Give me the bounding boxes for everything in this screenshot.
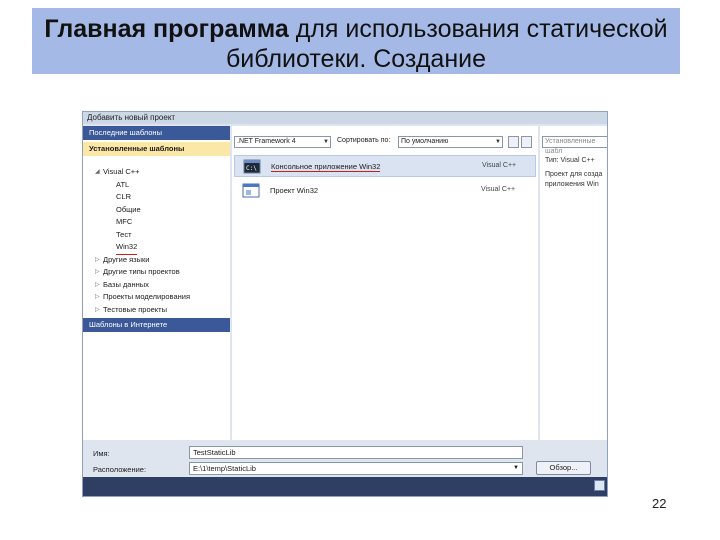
tree-item[interactable]: ◢ Visual C++: [83, 166, 230, 179]
tree-item[interactable]: ▷ Проекты моделирования: [83, 291, 230, 304]
tree-item[interactable]: CLR: [83, 191, 230, 204]
tree-item-label: Проекты моделирования: [103, 292, 191, 301]
tree-item-label: MFC: [116, 217, 133, 226]
tree-item[interactable]: ▷ Другие типы проектов: [83, 266, 230, 279]
collapsed-arrow-icon[interactable]: ▷: [95, 266, 100, 279]
tree-item-label: Базы данных: [103, 279, 149, 289]
name-field[interactable]: TestStaticLib: [189, 446, 523, 459]
medium-icons-view-button[interactable]: [521, 136, 532, 148]
name-label: Имя:: [93, 449, 110, 458]
page-number: 22: [652, 496, 667, 511]
tree-item[interactable]: ▷ Тестовые проекты: [83, 304, 230, 317]
sort-value: По умолчанию: [401, 138, 449, 145]
tree-item[interactable]: ▷ Базы данных: [83, 279, 230, 292]
tree-item-label: Тестовые проекты: [103, 304, 167, 314]
tree-item[interactable]: Общие: [83, 204, 230, 217]
tree-item-label: Visual C++: [103, 167, 140, 176]
collapsed-arrow-icon[interactable]: ▷: [95, 291, 100, 304]
installed-templates[interactable]: Установленные шаблоны: [83, 142, 230, 156]
description-pane: Установленные шабл Тип: Visual C++ Проек…: [540, 126, 607, 454]
tree-item[interactable]: Win32: [83, 241, 230, 255]
recent-templates[interactable]: Последние шаблоны: [83, 126, 230, 140]
slide-title-bold: Главная программа: [44, 15, 289, 43]
template-language: Visual C++: [481, 186, 516, 193]
chevron-down-icon: ▼: [513, 465, 519, 471]
framework-value: .NET Framework 4: [237, 138, 296, 145]
resize-grip-icon: [594, 480, 605, 491]
tree-item[interactable]: Тест: [83, 229, 230, 242]
chevron-down-icon: ▼: [495, 139, 501, 145]
tree-item[interactable]: MFC: [83, 216, 230, 229]
new-project-dialog: Добавить новый проект Последние шаблоны …: [82, 111, 608, 497]
chevron-down-icon: ▼: [323, 139, 329, 145]
online-templates[interactable]: Шаблоны в Интернете: [83, 318, 230, 332]
template-description-line2: приложения Win: [545, 181, 599, 188]
console-app-icon: C:\: [243, 159, 261, 174]
slide-title: Главная программа для использования стат…: [32, 8, 680, 74]
slide-title-rest: для использования статической библиотеки…: [225, 15, 668, 73]
expanded-arrow-icon[interactable]: ◢: [95, 166, 100, 179]
browse-button[interactable]: Обзор...: [536, 461, 591, 475]
win32-project-icon: [242, 183, 260, 198]
collapsed-arrow-icon[interactable]: ▷: [95, 254, 100, 267]
template-win32-project[interactable]: Проект Win32 Visual C++: [234, 180, 536, 202]
collapsed-arrow-icon[interactable]: ▷: [95, 279, 100, 292]
collapsed-arrow-icon[interactable]: ▷: [95, 304, 100, 317]
template-console-app[interactable]: C:\ Консольное приложение Win32 Visual C…: [234, 155, 536, 177]
dialog-title: Добавить новый проект: [83, 112, 607, 124]
template-language: Visual C++: [482, 162, 517, 169]
location-value: E:\1\temp\StaticLib: [193, 464, 256, 473]
template-tree: ◢ Visual C++ ATL CLR Общие MFC Тест Win32 ▷ Други…: [83, 166, 230, 316]
name-value: TestStaticLib: [193, 448, 236, 457]
small-icons-view-button[interactable]: [508, 136, 519, 148]
tree-item-label: Другие типы проектов: [103, 267, 180, 276]
template-name: Консольное приложение Win32: [271, 162, 381, 172]
framework-select[interactable]: .NET Framework 4 ▼: [234, 136, 331, 148]
template-name: Проект Win32: [270, 186, 319, 195]
tree-item-label: ATL: [116, 179, 130, 189]
template-type: Тип: Visual C++: [545, 157, 595, 164]
tree-item-label: Другие языки: [103, 254, 150, 264]
search-input[interactable]: Установленные шабл: [542, 136, 607, 155]
templates-pane: Последние шаблоны Установленные шаблоны …: [83, 126, 230, 454]
location-field[interactable]: E:\1\temp\StaticLib ▼: [189, 462, 523, 475]
dialog-footer: [83, 477, 607, 496]
tree-item[interactable]: ATL: [83, 179, 230, 192]
tree-item-label: CLR: [116, 192, 132, 201]
sort-label: Сортировать по:: [337, 137, 391, 144]
svg-text:C:\: C:\: [246, 165, 257, 172]
sort-select[interactable]: По умолчанию ▼: [398, 136, 503, 148]
list-toolbar: .NET Framework 4 ▼ Сортировать по: По ум…: [232, 136, 538, 149]
location-label: Расположение:: [93, 465, 147, 474]
tree-item-label: Общие: [116, 204, 141, 214]
tree-item-label: Win32: [116, 241, 138, 255]
tree-item[interactable]: ▷ Другие языки: [83, 254, 230, 267]
project-list-pane: .NET Framework 4 ▼ Сортировать по: По ум…: [232, 126, 538, 454]
template-description-line1: Проект для созда: [545, 171, 603, 178]
tree-item-label: Тест: [116, 229, 132, 239]
